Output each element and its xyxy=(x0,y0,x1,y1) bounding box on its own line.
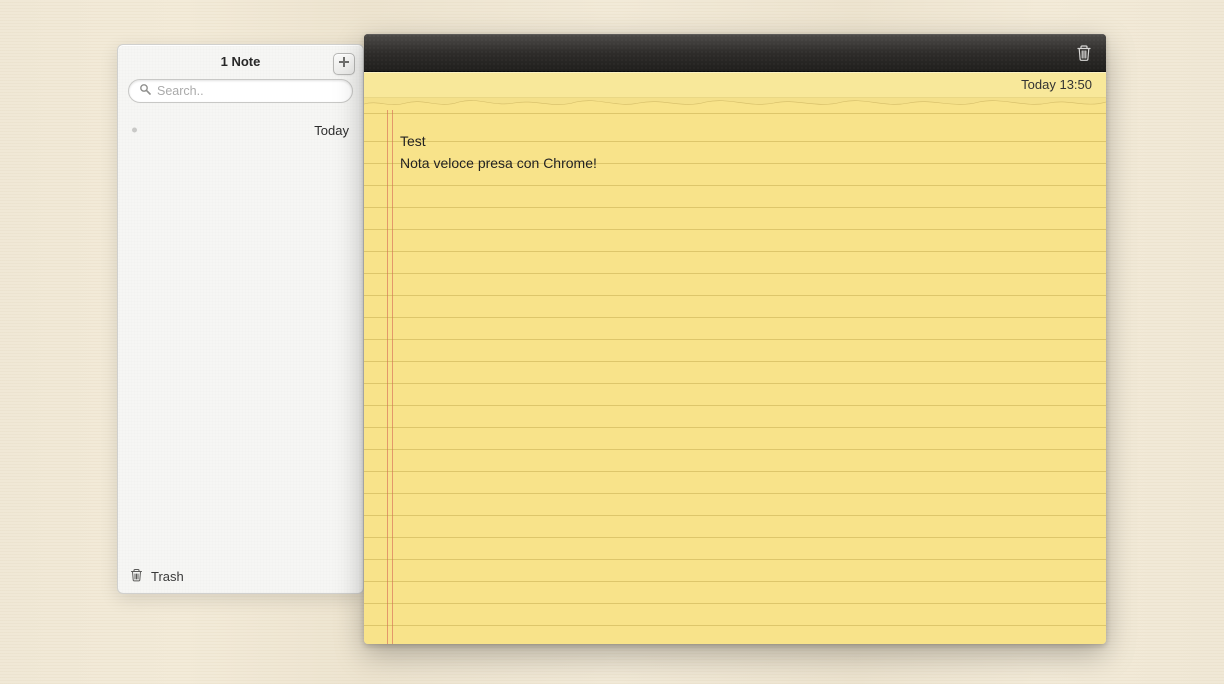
notes-count-title: 1 Note xyxy=(221,54,261,69)
new-note-button[interactable] xyxy=(333,53,355,75)
trash-icon xyxy=(1076,49,1092,66)
trash-label: Trash xyxy=(151,569,184,584)
trash-icon xyxy=(130,568,143,585)
notes-list: Today xyxy=(118,111,363,559)
search-field[interactable] xyxy=(128,79,353,103)
note-meta-strip: Today 13:50 xyxy=(364,72,1106,98)
sidebar-header: 1 Note xyxy=(118,45,363,73)
search-input[interactable] xyxy=(157,84,342,98)
note-content[interactable]: Test Nota veloce presa con Chrome! xyxy=(400,130,1086,174)
note-paper[interactable]: Test Nota veloce presa con Chrome! xyxy=(364,110,1106,644)
delete-note-button[interactable] xyxy=(1076,44,1092,62)
torn-paper-edge xyxy=(364,98,1106,110)
note-text-line: Nota veloce presa con Chrome! xyxy=(400,152,1086,174)
note-text-line: Test xyxy=(400,130,1086,152)
notepad: Today 13:50 Test Nota veloce presa con C… xyxy=(364,34,1106,644)
note-item-date: Today xyxy=(314,123,349,138)
search-container xyxy=(118,73,363,111)
list-item[interactable]: Today xyxy=(132,117,349,143)
search-icon xyxy=(139,82,157,100)
note-timestamp: Today 13:50 xyxy=(1021,77,1092,92)
trash-button[interactable]: Trash xyxy=(118,559,363,593)
plus-icon xyxy=(338,55,350,73)
notepad-toolbar xyxy=(364,34,1106,72)
notes-sidebar: 1 Note Today Trash xyxy=(117,44,364,594)
